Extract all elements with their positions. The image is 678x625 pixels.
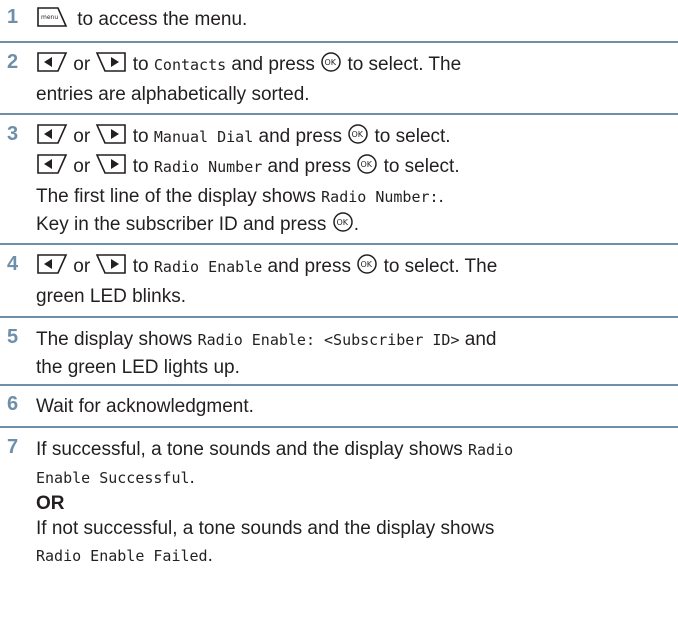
step-1: 1 menu to access the menu. <box>0 0 678 43</box>
screen-text: Radio Enable Failed <box>36 547 208 565</box>
step-body: If successful, a tone sounds and the dis… <box>36 436 678 598</box>
step-3: 3 or to Manual Dial and press OK to sele… <box>0 115 678 245</box>
ok-key-icon: OK <box>356 153 378 183</box>
screen-text: Contacts <box>153 56 227 74</box>
screen-text: Radio Enable: <Subscriber ID> <box>197 331 460 349</box>
step-5: 5 The display shows Radio Enable: <Subsc… <box>0 318 678 386</box>
ok-key-icon: OK <box>347 123 369 153</box>
ok-key-icon: OK <box>356 253 378 283</box>
ok-key-icon: OK <box>332 211 354 241</box>
svg-text:OK: OK <box>361 160 373 169</box>
step-body: The display shows Radio Enable: <Subscri… <box>36 329 497 378</box>
step-number: 1 <box>7 6 19 28</box>
step-number: 6 <box>7 393 19 415</box>
left-arrow-key-icon <box>36 123 68 153</box>
step-number: 7 <box>7 436 19 458</box>
step-number: 4 <box>7 253 19 275</box>
step-text: to access the menu. <box>77 9 248 30</box>
right-arrow-key-icon <box>95 51 127 81</box>
screen-text: Radio Enable <box>153 258 263 276</box>
screen-text: Radio Number <box>153 158 263 176</box>
screen-text: Radio Number: <box>321 188 439 206</box>
right-arrow-key-icon <box>95 123 127 153</box>
svg-text:OK: OK <box>352 130 364 139</box>
left-arrow-key-icon <box>36 253 68 283</box>
step-4: 4 or to Radio Enable and press OK to sel… <box>0 245 678 318</box>
step-body: menu to access the menu. <box>36 6 678 41</box>
left-arrow-key-icon <box>36 51 68 81</box>
step-body: or to Radio Enable and press OK to selec… <box>36 253 678 316</box>
step-body: or to Contacts and press OK to select. T… <box>36 51 678 113</box>
step-number: 5 <box>7 326 19 348</box>
step-6: 6 Wait for acknowledgment. <box>0 386 678 428</box>
right-arrow-key-icon <box>95 153 127 183</box>
step-body: Wait for acknowledgment. <box>36 396 254 417</box>
right-arrow-key-icon <box>95 253 127 283</box>
svg-text:OK: OK <box>325 58 337 67</box>
step-number: 3 <box>7 123 19 145</box>
or-label: OR <box>36 493 65 514</box>
svg-text:OK: OK <box>361 260 373 269</box>
screen-text: Enable Successful <box>36 469 190 487</box>
step-2: 2 or to Contacts and press OK to select.… <box>0 43 678 115</box>
screen-text: Radio <box>467 441 514 459</box>
step-body: or to Manual Dial and press OK to select… <box>36 123 678 243</box>
screen-text: Manual Dial <box>153 128 254 146</box>
svg-text:OK: OK <box>336 218 348 227</box>
ok-key-icon: OK <box>320 51 342 81</box>
menu-key-icon: menu <box>36 6 68 36</box>
step-7: 7 If successful, a tone sounds and the d… <box>0 428 678 598</box>
or-text: or <box>73 54 91 75</box>
left-arrow-key-icon <box>36 153 68 183</box>
procedure-steps: 1 menu to access the menu. 2 or to Conta… <box>0 0 678 598</box>
step-number: 2 <box>7 51 19 73</box>
svg-text:menu: menu <box>41 14 58 21</box>
